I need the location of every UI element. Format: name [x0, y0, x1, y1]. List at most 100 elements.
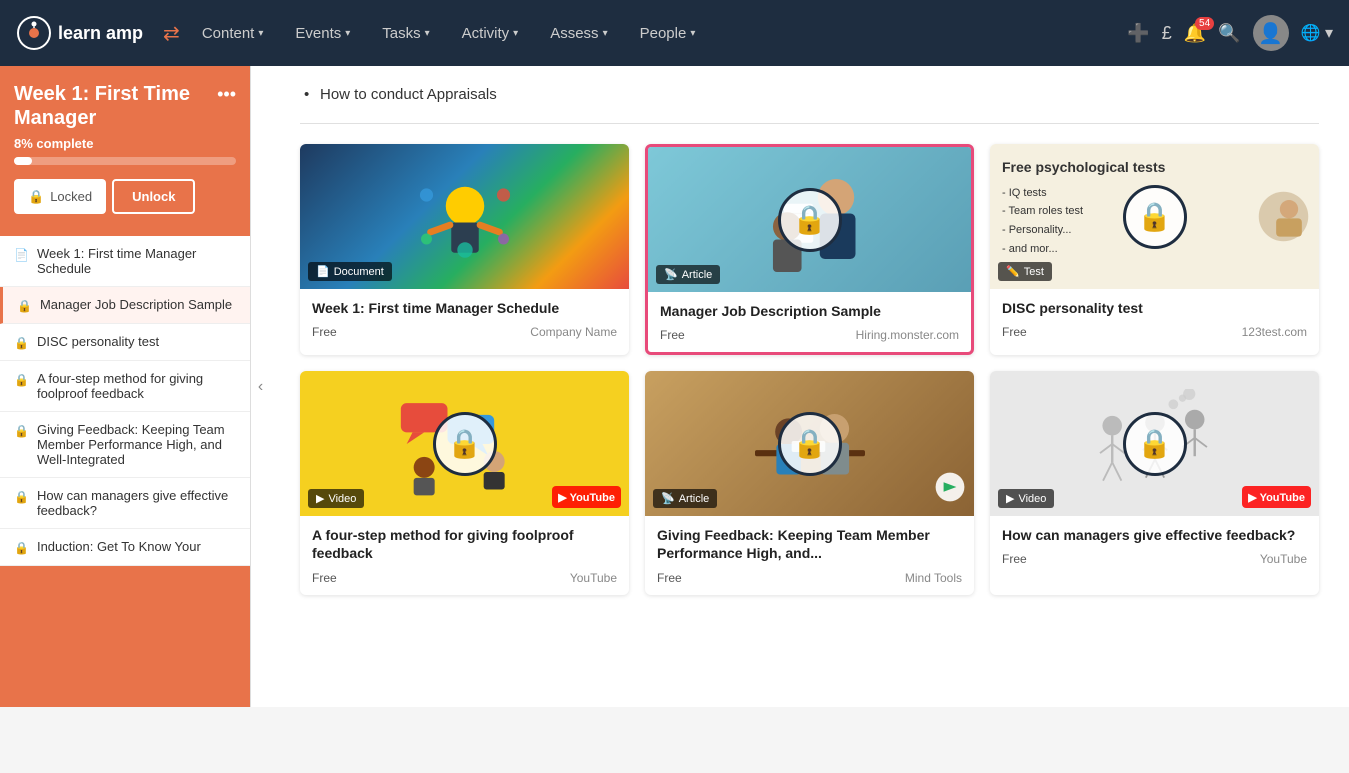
- article-type-icon: 📡: [661, 492, 675, 505]
- card-disc-test[interactable]: Free psychological tests - IQ tests - Te…: [990, 144, 1319, 355]
- logo[interactable]: learn amp: [16, 15, 143, 51]
- chevron-down-icon: ▾: [258, 28, 263, 39]
- sidebar-item-giving-feedback[interactable]: 🔒 Giving Feedback: Keeping Team Member P…: [0, 412, 250, 478]
- card-type-badge: ▶ Video: [308, 489, 364, 508]
- card-thumbnail: 📄 Document: [300, 144, 629, 289]
- nav-content[interactable]: Content ▾: [188, 17, 278, 50]
- lock-icon: 🔒: [28, 189, 44, 205]
- card-type-badge: 📡 Article: [656, 265, 720, 284]
- card-info: Week 1: First time Manager Schedule Free…: [300, 289, 629, 349]
- globe-icon[interactable]: 🌐 ▾: [1301, 23, 1333, 43]
- card-title: Week 1: First time Manager Schedule: [312, 299, 617, 317]
- video-type-icon: ▶: [316, 492, 324, 505]
- card-meta: Free Mind Tools: [657, 571, 962, 585]
- sidebar-collapse-handle[interactable]: ‹: [250, 66, 270, 707]
- locked-button[interactable]: 🔒 Locked: [14, 179, 106, 214]
- navigation: learn amp ⇄ Content ▾ Events ▾ Tasks ▾ A…: [0, 0, 1349, 66]
- card-info: Giving Feedback: Keeping Team Member Per…: [645, 516, 974, 594]
- nav-events[interactable]: Events ▾: [281, 17, 364, 50]
- card-meta: Free YouTube: [312, 571, 617, 585]
- currency-icon[interactable]: £: [1162, 23, 1172, 44]
- card-manager-jd[interactable]: 🔒 📡 Article Manager Job Description Samp…: [645, 144, 974, 355]
- card-source: YouTube: [1260, 552, 1307, 566]
- progress-label: 8% complete: [14, 136, 236, 151]
- lock-icon: 🔒: [17, 299, 32, 313]
- nav-activity[interactable]: Activity ▾: [448, 17, 533, 50]
- card-thumbnail: Free psychological tests - IQ tests - Te…: [990, 144, 1319, 289]
- card-type-badge: ▶ Video: [998, 489, 1054, 508]
- card-free-label: Free: [312, 571, 337, 585]
- card-week1-schedule[interactable]: 📄 Document Week 1: First time Manager Sc…: [300, 144, 629, 355]
- article-type-icon: 📡: [664, 268, 678, 281]
- more-options-icon[interactable]: •••: [217, 82, 236, 105]
- sidebar-item-induction[interactable]: 🔒 Induction: Get To Know Your: [0, 529, 250, 566]
- sidebar-item-managers-effective[interactable]: 🔒 How can managers give effective feedba…: [0, 478, 250, 529]
- card-grid-row1: 📄 Document Week 1: First time Manager Sc…: [300, 144, 1319, 355]
- lock-icon: 🔒: [14, 541, 29, 555]
- chevron-down-icon: ▾: [513, 28, 518, 39]
- bell-icon[interactable]: 🔔 54: [1184, 23, 1206, 44]
- card-thumbnail: ▶ YouTube 🔒 ▶ Video: [300, 371, 629, 516]
- card-meta: Free Company Name: [312, 325, 617, 339]
- nav-assess[interactable]: Assess ▾: [536, 17, 621, 50]
- sidebar-item-week1-schedule[interactable]: 📄 Week 1: First time Manager Schedule: [0, 236, 250, 287]
- progress-bar: [14, 157, 236, 165]
- card-title: Manager Job Description Sample: [660, 302, 959, 320]
- nav-tasks[interactable]: Tasks ▾: [368, 17, 443, 50]
- sidebar-item-manager-jd[interactable]: 🔒 Manager Job Description Sample: [0, 287, 250, 324]
- card-source: Mind Tools: [905, 571, 962, 585]
- progress-fill: [14, 157, 32, 165]
- card-thumbnail: 🔒 📡 Article: [645, 371, 974, 516]
- card-title: How can managers give effective feedback…: [1002, 526, 1307, 544]
- avatar[interactable]: 👤: [1253, 15, 1289, 51]
- card-source: Hiring.monster.com: [856, 328, 959, 342]
- card-source: Company Name: [530, 325, 617, 339]
- search-icon[interactable]: 🔍: [1218, 23, 1240, 44]
- unlock-button[interactable]: Unlock: [112, 179, 195, 214]
- sidebar-title: Week 1: First Time Manager: [14, 82, 217, 130]
- sidebar: Week 1: First Time Manager ••• 8% comple…: [0, 66, 250, 707]
- sidebar-item-disc-test[interactable]: 🔒 DISC personality test: [0, 324, 250, 361]
- card-managers-effective[interactable]: ▶ YouTube 🔒 ▶ Video How can managers giv…: [990, 371, 1319, 594]
- card-free-label: Free: [1002, 325, 1027, 339]
- shuffle-icon[interactable]: ⇄: [163, 21, 180, 46]
- nav-right-actions: ➕ £ 🔔 54 🔍 👤 🌐 ▾: [1127, 15, 1333, 51]
- card-free-label: Free: [312, 325, 337, 339]
- lock-icon: 🔒: [14, 490, 29, 504]
- chevron-down-icon: ▾: [425, 28, 430, 39]
- lock-icon: 🔒: [14, 373, 29, 387]
- card-free-label: Free: [660, 328, 685, 342]
- card-thumbnail: 🔒 📡 Article: [648, 147, 971, 292]
- card-thumbnail: ▶ YouTube 🔒 ▶ Video: [990, 371, 1319, 516]
- card-meta: Free Hiring.monster.com: [660, 328, 959, 342]
- sidebar-buttons: 🔒 Locked Unlock: [14, 179, 236, 214]
- card-title: A four-step method for giving foolproof …: [312, 526, 617, 562]
- main-layout: Week 1: First Time Manager ••• 8% comple…: [0, 66, 1349, 707]
- document-type-icon: 📄: [316, 265, 330, 278]
- nav-people[interactable]: People ▾: [626, 17, 710, 50]
- card-title: DISC personality test: [1002, 299, 1307, 317]
- chevron-down-icon: ▾: [603, 28, 608, 39]
- test-type-icon: ✏️: [1006, 265, 1020, 278]
- card-info: A four-step method for giving foolproof …: [300, 516, 629, 594]
- chevron-left-icon: ‹: [258, 378, 263, 396]
- video-type-icon: ▶: [1006, 492, 1014, 505]
- card-info: DISC personality test Free 123test.com: [990, 289, 1319, 349]
- document-icon: 📄: [14, 248, 29, 262]
- card-info: Manager Job Description Sample Free Hiri…: [648, 292, 971, 352]
- sidebar-item-four-step[interactable]: 🔒 A four-step method for giving foolproo…: [0, 361, 250, 412]
- card-giving-feedback[interactable]: 🔒 📡 Article Giving Feedback: Keeping Tea…: [645, 371, 974, 594]
- chevron-down-icon: ▾: [345, 28, 350, 39]
- plus-icon[interactable]: ➕: [1127, 23, 1149, 44]
- card-meta: Free YouTube: [1002, 552, 1307, 566]
- card-type-badge: 📄 Document: [308, 262, 392, 281]
- lock-icon: 🔒: [14, 424, 29, 438]
- card-four-step[interactable]: ▶ YouTube 🔒 ▶ Video A four-step method f…: [300, 371, 629, 594]
- card-meta: Free 123test.com: [1002, 325, 1307, 339]
- divider: [300, 123, 1319, 124]
- card-info: How can managers give effective feedback…: [990, 516, 1319, 576]
- card-title: Giving Feedback: Keeping Team Member Per…: [657, 526, 962, 562]
- card-grid-row2: ▶ YouTube 🔒 ▶ Video A four-step method f…: [300, 371, 1319, 594]
- sidebar-header: Week 1: First Time Manager ••• 8% comple…: [0, 66, 250, 236]
- sidebar-list: 📄 Week 1: First time Manager Schedule 🔒 …: [0, 236, 250, 566]
